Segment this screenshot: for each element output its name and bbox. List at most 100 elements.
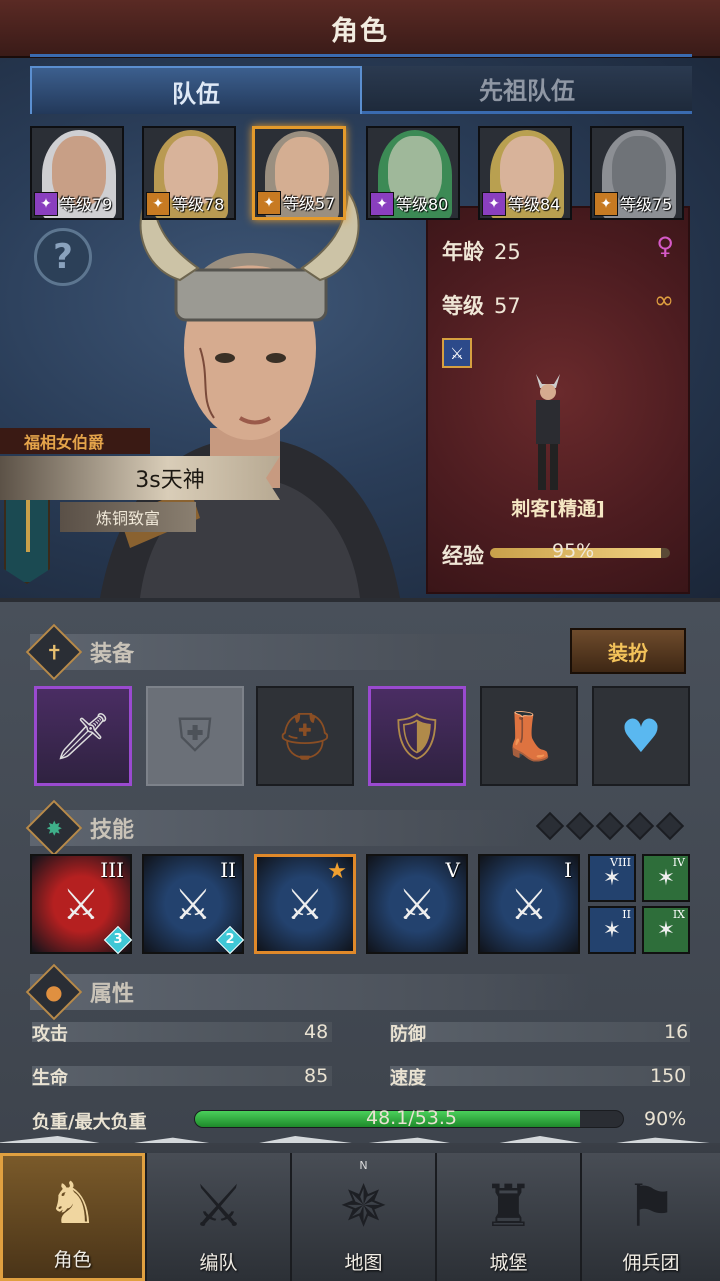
team-member-portrait[interactable]: ✦ 等级84: [478, 126, 572, 220]
compass-icon: ✵: [339, 1172, 388, 1240]
gem-slot-icon: [655, 811, 685, 841]
boots-icon: 👢: [500, 708, 558, 763]
passive-skill-slot[interactable]: ✶ II: [588, 906, 636, 954]
squad-icon: ⚔: [192, 1172, 245, 1240]
passive-skill-icon: ✶: [602, 917, 622, 943]
equipment-title: 装备: [90, 642, 135, 667]
hero-portrait: [100, 189, 400, 598]
load-label: 负重/最大负重: [32, 1112, 147, 1133]
skill-tier: V: [445, 858, 460, 882]
nav-label: 地图: [344, 1252, 383, 1274]
skills-title: 技能: [90, 818, 135, 843]
hp-label: 生命: [32, 1068, 68, 1089]
sword-icon: 🗡: [53, 708, 113, 763]
exp-label: 经验: [442, 544, 484, 568]
bottom-nav: ♞ 角色 ⚔ 编队 N ✵ 地图 ♜ 城堡 ⚑ 佣兵团: [0, 1143, 720, 1281]
equip-slot-helmet[interactable]: ⛑: [256, 686, 354, 786]
team-member-portrait[interactable]: ✦ 等级80: [366, 126, 460, 220]
nav-label: 佣兵团: [622, 1252, 680, 1274]
dagger-class-icon: ⚔: [442, 338, 472, 368]
passive-skill-icon: ✶: [656, 917, 676, 943]
page-title: 角色: [331, 15, 389, 47]
speed-value: 150: [650, 1065, 687, 1087]
hero-motto: 炼铜致富: [60, 502, 196, 532]
class-icon: ✦: [257, 191, 281, 215]
skill-tier: I: [564, 858, 572, 882]
level-value: 57: [494, 294, 521, 318]
team-member-level: 等级79: [60, 195, 113, 214]
tab-underline: [30, 54, 692, 57]
passive-skill-icon: ✶: [602, 865, 622, 891]
load-value: 48.1/53.5: [366, 1107, 458, 1129]
team-member-portrait[interactable]: ✦ 等级57: [252, 126, 346, 220]
attack-bar: [32, 1022, 332, 1042]
level-label: 等级: [442, 294, 484, 318]
dress-up-button[interactable]: 装扮: [570, 628, 686, 674]
skill-slot[interactable]: ⚔ III 3: [30, 854, 133, 955]
passive-skill-slot[interactable]: ✶ VIII: [588, 854, 636, 902]
speed-label: 速度: [390, 1068, 426, 1089]
hero-info-card: 年龄 25 ♀ 等级 57 ∞ ⚔ 刺客[精通] 经验 95%: [426, 206, 690, 594]
knight-icon: ♞: [46, 1169, 99, 1237]
attack-value: 48: [304, 1021, 329, 1043]
amulet-icon: ♥: [620, 709, 662, 763]
tab-team[interactable]: 队伍: [30, 66, 362, 114]
attributes-title: 属性: [90, 982, 135, 1007]
skill-charge-count: 3: [113, 932, 123, 947]
team-member-level: 等级78: [172, 195, 225, 214]
passive-skill-slot[interactable]: ✶ IX: [642, 906, 690, 954]
castle-icon: ♜: [482, 1172, 535, 1240]
nav-mercenary[interactable]: ⚑ 佣兵团: [580, 1153, 720, 1281]
nav-knight[interactable]: ♞ 角色: [0, 1153, 145, 1281]
skills-header: ✸ 技能: [25, 799, 135, 857]
equip-slot-weapon[interactable]: 🗡: [34, 686, 132, 786]
nav-squad[interactable]: ⚔ 编队: [145, 1153, 290, 1281]
speed-bar: [390, 1066, 690, 1086]
hp-bar: [32, 1066, 332, 1086]
nav-castle[interactable]: ♜ 城堡: [435, 1153, 580, 1281]
gem-slot-icon: [565, 811, 595, 841]
skill-charge-count: 2: [225, 932, 235, 947]
load-percent: 90%: [644, 1108, 687, 1130]
nav-label: 城堡: [489, 1252, 528, 1274]
question-icon: ?: [53, 237, 73, 277]
passive-skill-tier: IX: [672, 908, 685, 921]
class-icon: ✦: [146, 192, 170, 216]
team-member-portrait[interactable]: ✦ 等级75: [590, 126, 684, 220]
team-member-level: 等级57: [283, 194, 336, 213]
skill-gem-slots: [535, 811, 685, 841]
team-member-level: 等级80: [396, 195, 449, 214]
skill-charge-badge: 3: [103, 925, 133, 955]
equip-slot-boots[interactable]: 👢: [480, 686, 578, 786]
skill-slot[interactable]: ⚔ II 2: [142, 854, 245, 955]
female-icon: ♀: [656, 232, 674, 260]
class-icon: ✦: [34, 192, 58, 216]
equip-slot-amulet[interactable]: ♥: [592, 686, 690, 786]
hero-name-banner[interactable]: 3s天神: [0, 456, 280, 500]
cross-icon: ✝: [25, 623, 83, 681]
class-icon: ✦: [594, 192, 618, 216]
hero-name: 3s天神: [135, 468, 205, 493]
equip-slot-armor[interactable]: 🛡: [368, 686, 466, 786]
skill-slot[interactable]: ⚔ I: [478, 854, 580, 954]
nav-compass[interactable]: N ✵ 地图: [290, 1153, 435, 1281]
equip-slot-offhand[interactable]: ⛨: [146, 686, 244, 786]
skill-tier: II: [220, 858, 236, 882]
skill-slot[interactable]: ⚔ V: [366, 854, 468, 954]
gem-slot-icon: [625, 811, 655, 841]
tab-ancestor-team[interactable]: 先祖队伍: [362, 66, 692, 114]
class-name: 刺客[精通]: [511, 498, 605, 520]
age-label: 年龄: [442, 240, 484, 264]
team-member-portrait[interactable]: ✦ 等级79: [30, 126, 124, 220]
armor-icon: 🛡: [387, 708, 447, 763]
exp-percent: 95%: [552, 540, 595, 562]
skill-slot[interactable]: ⚔ ★: [254, 854, 356, 954]
defense-label: 防御: [390, 1024, 426, 1045]
defense-bar: [390, 1022, 690, 1042]
team-member-portrait[interactable]: ✦ 等级78: [142, 126, 236, 220]
skill-icon: ⚔: [62, 879, 100, 929]
skill-charge-badge: 2: [215, 925, 245, 955]
passive-skill-slot[interactable]: ✶ IV: [642, 854, 690, 902]
passive-skill-tier: IV: [672, 856, 685, 869]
hero-figure-icon: [536, 374, 560, 490]
